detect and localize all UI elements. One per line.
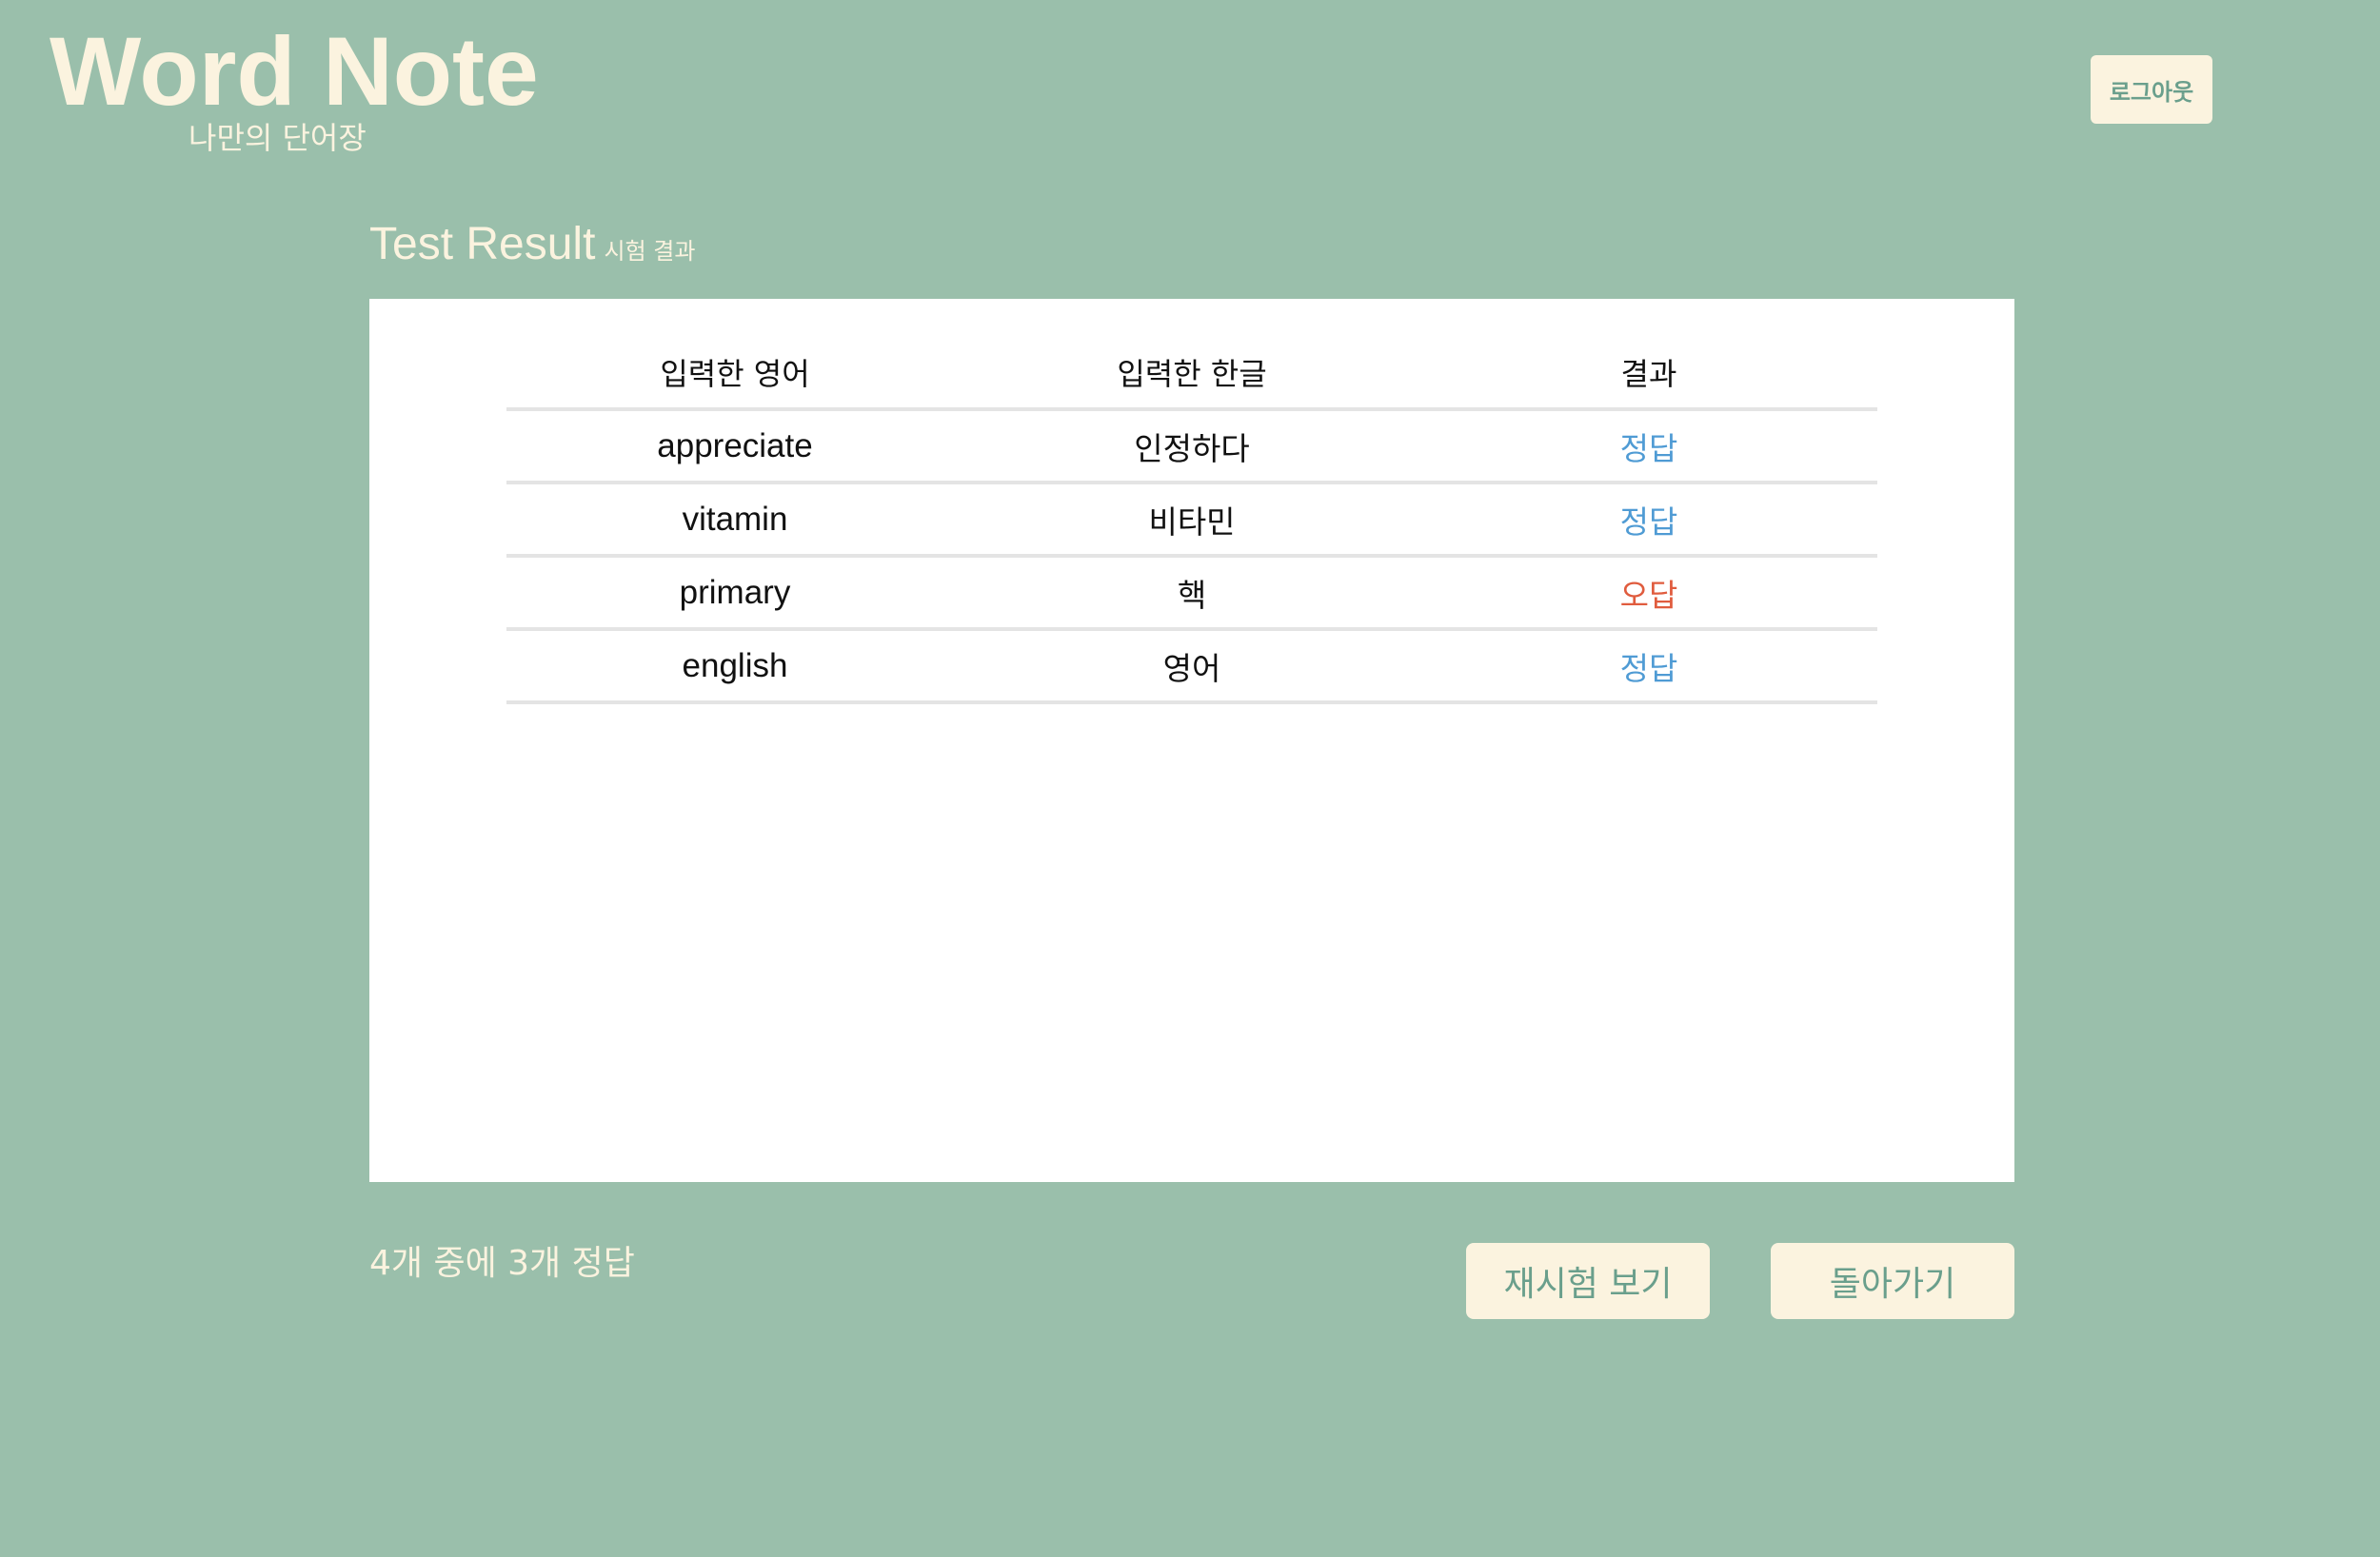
korean-cell: 핵 xyxy=(963,556,1420,631)
page-subtitle: 시험 결과 xyxy=(604,238,696,265)
app-title: Word Note xyxy=(50,17,539,126)
result-cell: 정답 xyxy=(1420,483,1877,558)
table-row: primary 핵 오답 xyxy=(506,556,1877,631)
result-cell: 오답 xyxy=(1420,556,1877,631)
table-row: appreciate 인정하다 정답 xyxy=(506,409,1877,484)
table-row: vitamin 비타민 정답 xyxy=(506,483,1877,558)
column-header-korean: 입력한 한글 xyxy=(963,337,1420,411)
page-title: Test Result xyxy=(369,219,596,269)
retest-button[interactable]: 재시험 보기 xyxy=(1466,1243,1710,1319)
page-heading: Test Result 시험 결과 xyxy=(369,215,695,274)
english-cell: primary xyxy=(506,556,963,631)
column-header-result: 결과 xyxy=(1420,337,1877,411)
back-button[interactable]: 돌아가기 xyxy=(1771,1243,2014,1319)
score-summary: 4개 중에 3개 정답 xyxy=(369,1244,635,1283)
column-header-english: 입력한 영어 xyxy=(506,337,963,411)
english-cell: appreciate xyxy=(506,409,963,484)
korean-cell: 비타민 xyxy=(963,483,1420,558)
result-cell: 정답 xyxy=(1420,409,1877,484)
result-table: 입력한 영어 입력한 한글 결과 appreciate 인정하다 정답 vita… xyxy=(506,337,1877,704)
table-header-row: 입력한 영어 입력한 한글 결과 xyxy=(506,337,1877,411)
result-panel: 입력한 영어 입력한 한글 결과 appreciate 인정하다 정답 vita… xyxy=(369,299,2014,1182)
table-row: english 영어 정답 xyxy=(506,629,1877,704)
logout-button[interactable]: 로그아웃 xyxy=(2091,55,2212,124)
korean-cell: 영어 xyxy=(963,629,1420,704)
app-subtitle: 나만의 단어장 xyxy=(188,120,367,156)
english-cell: english xyxy=(506,629,963,704)
korean-cell: 인정하다 xyxy=(963,409,1420,484)
result-cell: 정답 xyxy=(1420,629,1877,704)
english-cell: vitamin xyxy=(506,483,963,558)
